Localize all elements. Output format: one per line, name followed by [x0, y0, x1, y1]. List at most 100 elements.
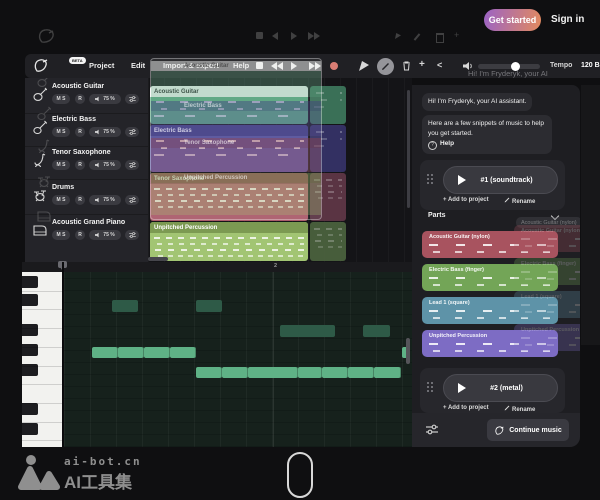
settings-sliders-icon[interactable] [426, 424, 438, 435]
menu-item-help[interactable]: Help [233, 61, 249, 70]
black-key[interactable] [22, 276, 38, 288]
rewind-button[interactable] [271, 62, 283, 70]
arrangement-hscrollbar[interactable] [148, 257, 168, 261]
menu-item-project[interactable]: Project [89, 61, 114, 70]
midi-note-ghost[interactable] [280, 325, 335, 337]
volume-pill[interactable]: 75 % [89, 127, 121, 137]
midi-note-ghost[interactable] [196, 300, 222, 312]
track-settings-button[interactable] [125, 94, 139, 104]
black-key[interactable] [22, 324, 38, 336]
drag-handle-icon[interactable] [427, 174, 429, 176]
black-key[interactable] [22, 294, 38, 306]
record-arm-button[interactable]: R [75, 230, 85, 240]
volume-pill[interactable]: 75 % [89, 94, 121, 104]
menu-item-import-export[interactable]: Import & export [163, 61, 219, 70]
fast-forward-button[interactable] [309, 62, 321, 70]
help-icon: ? [428, 141, 437, 150]
midi-note[interactable] [170, 347, 196, 358]
midi-note[interactable] [374, 367, 401, 378]
drag-handle-icon[interactable] [427, 382, 429, 384]
speaker-icon [95, 232, 101, 238]
delete-tool-button[interactable] [402, 61, 411, 71]
tempo-label: Tempo [550, 62, 572, 69]
help-link[interactable]: ?Help [428, 140, 454, 147]
record-button[interactable] [330, 62, 338, 70]
clip-continuation[interactable] [310, 86, 346, 124]
volume-pill[interactable]: 75 % [89, 230, 121, 240]
menu-item-edit[interactable]: Edit [131, 61, 145, 70]
piano-keyboard[interactable]: C5 C4 [22, 272, 62, 447]
volume-pill[interactable]: 75 % [89, 160, 121, 170]
midi-note[interactable] [118, 347, 144, 358]
track-settings-button[interactable] [125, 160, 139, 170]
continue-music-button[interactable]: Continue music [487, 419, 569, 441]
record-arm-button[interactable]: R [75, 195, 85, 205]
snippet-play-pill[interactable]: #1 (soundtrack) [443, 166, 558, 194]
clip-tenor-saxophone[interactable]: Tenor Saxophone [150, 173, 308, 221]
mute-solo-buttons[interactable]: M S [52, 230, 70, 240]
midi-note[interactable] [196, 367, 222, 378]
mute-solo-buttons[interactable]: M S [52, 160, 70, 170]
clip-electric-bass[interactable]: Electric Bass [150, 125, 308, 172]
ghost-part-name: Electric Bass (finger) [521, 261, 576, 267]
midi-note[interactable] [144, 347, 170, 358]
rename-button[interactable]: Rename [504, 405, 535, 413]
mute-solo-buttons[interactable]: M S [52, 127, 70, 137]
record-arm-button[interactable]: R [75, 94, 85, 104]
clip-continuation[interactable] [310, 173, 346, 221]
midi-note[interactable] [298, 367, 322, 378]
black-key[interactable] [22, 423, 38, 435]
guitar-icon [33, 87, 47, 101]
white-key-separator [22, 347, 62, 348]
mute-solo-buttons[interactable]: M S [52, 94, 70, 104]
play-button[interactable] [291, 62, 297, 70]
piano-roll-ruler[interactable]: 2 [22, 262, 412, 272]
stop-button[interactable] [256, 62, 263, 69]
pencil-icon [381, 62, 390, 71]
rename-button[interactable]: Rename [504, 197, 535, 205]
midi-note[interactable] [92, 347, 118, 358]
track-row-piano[interactable]: Acoustic Grand PianoM SR75 % [25, 216, 148, 249]
clip-header: Acoustic Guitar [150, 86, 308, 97]
mute-solo-buttons[interactable]: M S [52, 195, 70, 205]
ghost-panel-band [581, 85, 600, 345]
black-key[interactable] [22, 344, 38, 356]
track-settings-button[interactable] [125, 195, 139, 205]
clip-unpitched-percussion[interactable]: Unpitched Percussion [150, 222, 308, 261]
add-tool-button[interactable]: + [419, 59, 425, 70]
parts-section-header[interactable]: Parts [428, 212, 446, 219]
midi-note-ghost[interactable] [363, 325, 390, 337]
track-name: Acoustic Guitar [52, 83, 104, 90]
add-to-project-button[interactable]: + Add to project [443, 197, 489, 203]
record-arm-button[interactable]: R [75, 127, 85, 137]
get-started-button[interactable]: Get started [484, 9, 541, 31]
piano-roll-vscrollbar[interactable] [406, 338, 410, 364]
tempo-value[interactable]: 120 BPM [581, 62, 600, 69]
add-to-project-button[interactable]: + Add to project [443, 405, 489, 411]
white-key-separator [22, 422, 62, 423]
piano-roll-grid[interactable] [64, 272, 412, 447]
volume-pill[interactable]: 75 % [89, 195, 121, 205]
arrangement-area[interactable]: Acoustic Guitar Electric BassTenor Saxoph… [148, 78, 412, 262]
black-key[interactable] [22, 403, 38, 415]
plus-icon: + [443, 405, 448, 411]
clip-acoustic-guitar[interactable]: Acoustic Guitar [150, 86, 308, 124]
midi-note-ghost[interactable] [112, 300, 138, 312]
ghost-part-notes [519, 336, 580, 348]
midi-note[interactable] [248, 367, 298, 378]
clip-continuation[interactable] [310, 222, 346, 261]
record-arm-button[interactable]: R [75, 160, 85, 170]
arrangement-vscrollbar[interactable] [407, 90, 410, 208]
pencil-tool-button[interactable] [377, 58, 394, 75]
collapse-left-button[interactable]: < [437, 60, 442, 70]
sign-in-button[interactable]: Sign in [551, 14, 584, 25]
track-settings-button[interactable] [125, 230, 139, 240]
clip-continuation[interactable] [310, 125, 346, 172]
midi-note[interactable] [348, 367, 374, 378]
pointer-tool-button[interactable] [359, 61, 369, 71]
midi-note[interactable] [322, 367, 348, 378]
track-settings-button[interactable] [125, 127, 139, 137]
saxophone-icon [37, 139, 51, 153]
midi-note[interactable] [222, 367, 248, 378]
snippet-play-pill[interactable]: #2 (metal) [443, 374, 558, 402]
